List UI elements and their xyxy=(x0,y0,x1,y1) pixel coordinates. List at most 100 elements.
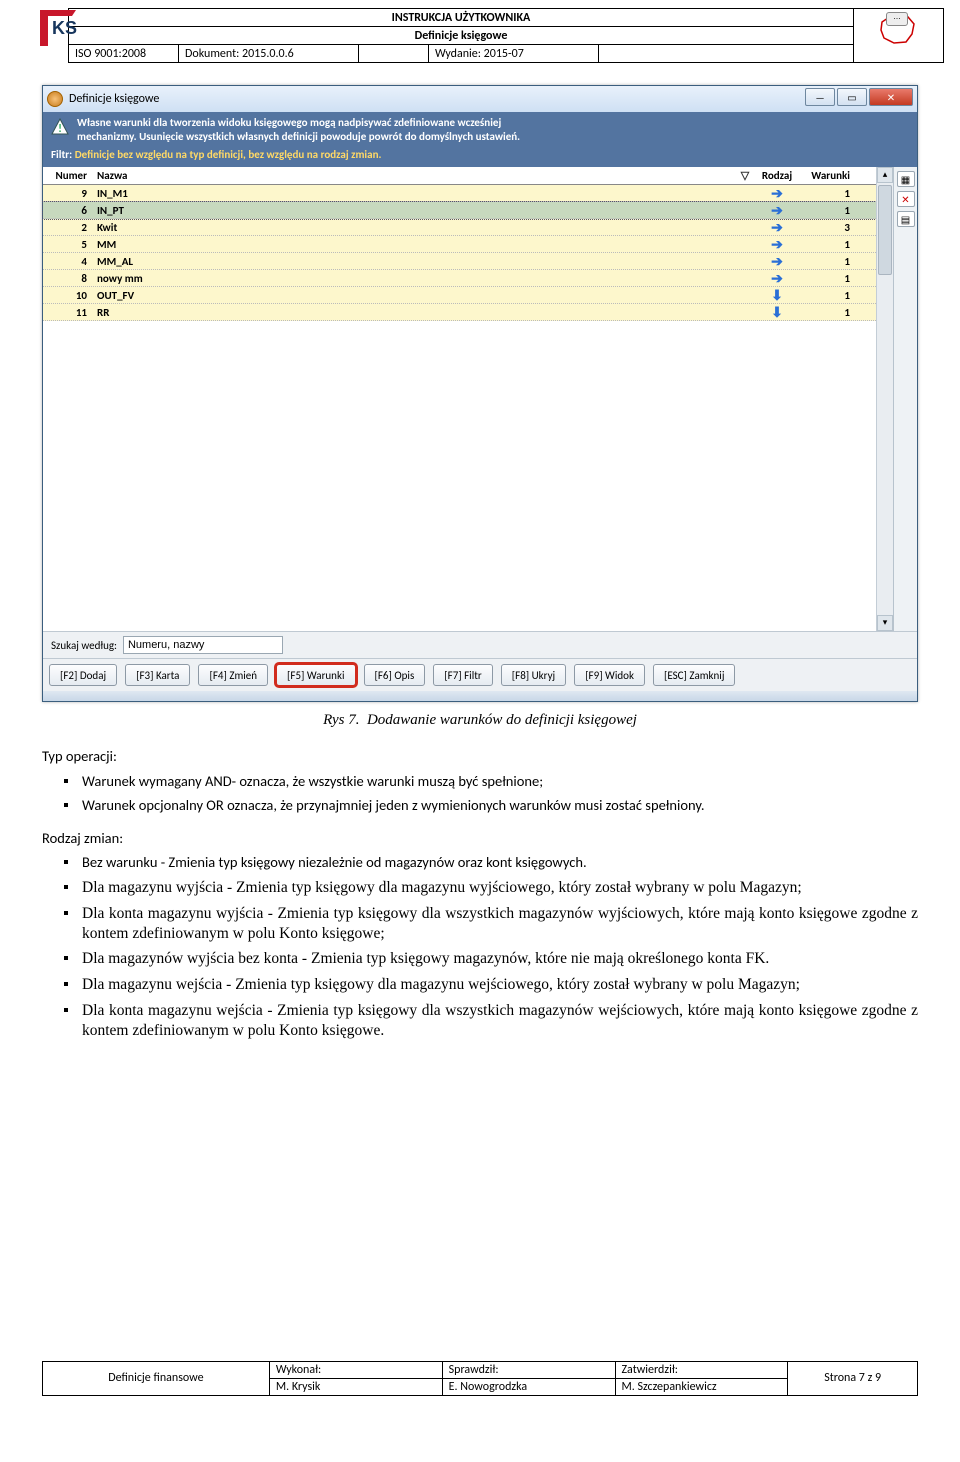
cell-nazwa: Kwit xyxy=(93,221,738,234)
ftr-left: Definicje finansowe xyxy=(43,1361,270,1395)
svg-text:KS: KS xyxy=(52,18,77,38)
info-msg-2: mechanizmy. Usunięcie wszystkich własnyc… xyxy=(77,130,909,144)
doc-subtitle: Definicje księgowe xyxy=(69,27,854,45)
esc-zamknij-button[interactable]: [ESC] Zamknij xyxy=(653,664,736,686)
cell-rodzaj: ⬇ xyxy=(752,304,802,321)
sort-indicator-icon: ▽ xyxy=(738,169,752,182)
ftr-zatwierdzil-lbl: Zatwierdził: xyxy=(615,1361,788,1378)
f9-widok-button[interactable]: [F9] Widok xyxy=(574,664,645,686)
side-tool-delete-icon[interactable]: ✕ xyxy=(897,191,915,207)
cell-warunki: 1 xyxy=(802,289,858,302)
titlebar: Definicje księgowe — ▭ ✕ xyxy=(43,86,917,112)
typ-operacji-list: Warunek wymagany AND- oznacza, że wszyst… xyxy=(42,772,918,815)
vertical-scrollbar[interactable]: ▴ ▾ xyxy=(876,167,893,631)
side-tool-3-icon[interactable]: ▤ xyxy=(897,211,915,227)
cell-rodzaj: ➔ xyxy=(752,219,802,236)
table-row[interactable]: 5MM➔1 xyxy=(43,236,876,253)
col-rodzaj[interactable]: Rodzaj xyxy=(752,169,802,182)
scroll-up-icon[interactable]: ▴ xyxy=(877,167,893,183)
doc-footer: Definicje finansowe Wykonał: Sprawdził: … xyxy=(42,1361,918,1396)
col-nazwa[interactable]: Nazwa xyxy=(93,169,738,182)
app-icon xyxy=(47,91,63,107)
arrow-right-icon: ➔ xyxy=(771,236,783,253)
cell-nazwa: MM_AL xyxy=(93,255,738,268)
doc-title: INSTRUKCJA UŻYTKOWNIKA xyxy=(69,9,854,27)
f7-filtr-button[interactable]: [F7] Filtr xyxy=(433,664,493,686)
window-title: Definicje księgowe xyxy=(69,92,159,106)
cell-warunki: 3 xyxy=(802,221,858,234)
cell-warunki: 1 xyxy=(802,272,858,285)
search-label: Szukaj według: xyxy=(51,639,117,652)
table-row[interactable]: 8nowy mm ➔ 1 xyxy=(43,270,876,287)
table-row[interactable]: 9IN_M1 ➔ 1 xyxy=(43,185,876,202)
ftr-sprawdzil-val: E. Nowogrodzka xyxy=(442,1378,615,1395)
arrow-down-icon: ⬇ xyxy=(771,304,783,321)
f6-opis-button[interactable]: [F6] Opis xyxy=(364,664,426,686)
cell-nazwa: IN_PT xyxy=(93,204,738,217)
info-bar: ! Własne warunki dla tworzenia widoku ks… xyxy=(43,112,917,167)
cell-numer: 2 xyxy=(43,221,93,234)
cell-nazwa: nowy mm xyxy=(93,272,738,285)
scroll-down-icon[interactable]: ▾ xyxy=(877,615,893,631)
f3-karta-button[interactable]: [F3] Karta xyxy=(125,664,190,686)
ks-logo: KS xyxy=(38,8,78,48)
table-row[interactable]: 2Kwit ➔ 3 xyxy=(43,219,876,236)
cell-nazwa: MM xyxy=(93,238,738,251)
search-bar: Szukaj według: xyxy=(43,631,917,658)
scroll-thumb[interactable] xyxy=(878,185,892,275)
maximize-button[interactable]: ▭ xyxy=(837,88,867,106)
table-row[interactable]: 10OUT_FV⬇1 xyxy=(43,287,876,304)
arrow-right-icon: ➔ xyxy=(771,270,783,287)
table-row[interactable]: 6IN_PT ➔ 1 xyxy=(43,202,876,219)
ftr-sprawdzil-lbl: Sprawdził: xyxy=(442,1361,615,1378)
body-text: Typ operacji: Warunek wymagany AND- ozna… xyxy=(42,747,918,1041)
col-numer[interactable]: Numer xyxy=(43,169,93,182)
f8-ukryj-button[interactable]: [F8] Ukryj xyxy=(501,664,566,686)
search-input[interactable] xyxy=(123,636,283,654)
cell-warunki: 1 xyxy=(802,255,858,268)
cell-numer: 4 xyxy=(43,255,93,268)
cell-numer: 5 xyxy=(43,238,93,251)
list-item: Dla magazynów wyjścia bez konta - Zmieni… xyxy=(82,949,918,969)
rodzaj-zmian-list: Bez warunku - Zmienia typ księgowy nieza… xyxy=(42,853,918,1040)
info-msg-1: Własne warunki dla tworzenia widoku księ… xyxy=(77,116,909,130)
cell-numer: 8 xyxy=(43,272,93,285)
f2-dodaj-button[interactable]: [F2] Dodaj xyxy=(49,664,117,686)
side-tool-1-icon[interactable]: ▦ xyxy=(897,171,915,187)
cell-rodzaj: ➔ xyxy=(752,236,802,253)
minimize-button[interactable]: — xyxy=(805,88,835,106)
arrow-right-icon: ➔ xyxy=(771,185,783,202)
ftr-wykonal-lbl: Wykonał: xyxy=(269,1361,442,1378)
cell-numer: 9 xyxy=(43,187,93,200)
arrow-right-icon: ➔ xyxy=(771,202,783,219)
cell-warunki: 1 xyxy=(802,187,858,200)
hdr-wyd: Wydanie: 2015-07 xyxy=(429,45,599,63)
hdr-doc: Dokument: 2015.0.0.6 xyxy=(179,45,359,63)
list-item: Warunek opcjonalny OR oznacza, że przyna… xyxy=(82,796,918,815)
grid-header: Numer Nazwa ▽ Rodzaj Warunki xyxy=(43,167,876,185)
cell-nazwa: IN_M1 xyxy=(93,187,738,200)
f5-warunki-button[interactable]: [F5] Warunki xyxy=(276,664,355,686)
cell-nazwa: RR xyxy=(93,306,738,319)
cell-numer: 6 xyxy=(43,204,93,217)
list-item: Dla konta magazynu wejścia - Zmienia typ… xyxy=(82,1001,918,1041)
cell-rodzaj: ➔ xyxy=(752,185,802,202)
table-row[interactable]: 4MM_AL ➔1 xyxy=(43,253,876,270)
cell-rodzaj: ⬇ xyxy=(752,287,802,304)
filter-text: Definicje bez względu na typ definicji, … xyxy=(75,148,382,161)
f4-zmien-button[interactable]: [F4] Zmień xyxy=(198,664,268,686)
cell-warunki: 1 xyxy=(802,204,858,217)
arrow-right-icon: ➔ xyxy=(771,219,783,236)
cell-rodzaj: ➔ xyxy=(752,253,802,270)
table-row[interactable]: 11RR⬇1 xyxy=(43,304,876,321)
col-warunki[interactable]: Warunki xyxy=(802,169,858,182)
cell-nazwa: OUT_FV xyxy=(93,289,738,302)
typ-operacji-label: Typ operacji: xyxy=(42,747,918,766)
list-item: Dla magazynu wejścia - Zmienia typ księg… xyxy=(82,975,918,995)
function-button-bar: [F2] Dodaj [F3] Karta [F4] Zmień [F5] Wa… xyxy=(43,658,917,691)
close-button[interactable]: ✕ xyxy=(869,88,913,106)
pl-map-logo: ⋯ xyxy=(876,12,918,46)
ftr-wykonal-val: M. Krysik xyxy=(269,1378,442,1395)
rodzaj-zmian-label: Rodzaj zmian: xyxy=(42,829,918,848)
svg-text:!: ! xyxy=(58,122,62,135)
